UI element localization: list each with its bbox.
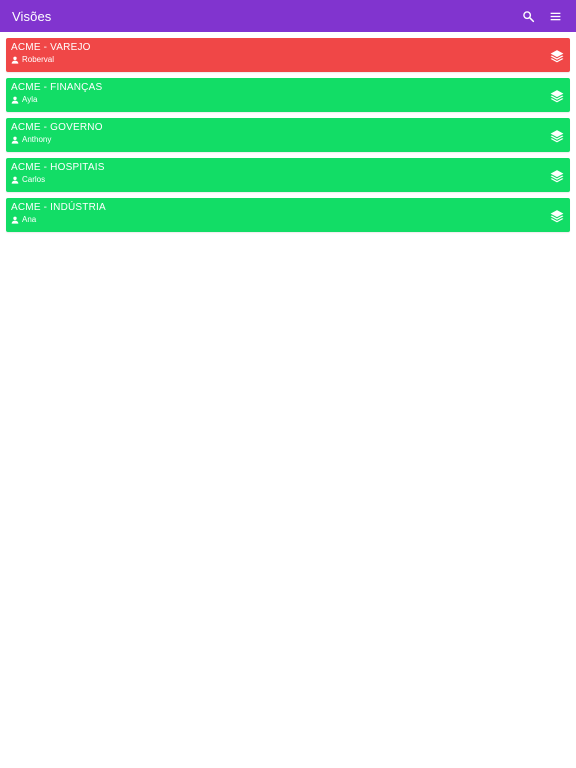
list-item-person: Carlos [22,175,46,184]
list-item-owner: Anthony [11,134,565,145]
search-button[interactable] [519,7,537,25]
list-item-financas[interactable]: ACME - FINANÇAS Ayla [6,78,570,112]
list-item-person: Ayla [22,95,38,104]
layers-icon[interactable] [550,49,564,63]
app-screen: Visões ACME - VAREJO Roberval ACME - FIN… [0,0,576,768]
list-item-owner: Ana [11,214,565,225]
list-item-owner: Carlos [11,174,565,185]
app-bar-actions [519,7,564,25]
layers-icon[interactable] [550,169,564,183]
list-item-owner: Roberval [11,54,565,65]
layers-icon[interactable] [550,129,564,143]
menu-button[interactable] [546,7,564,25]
list-item-title: ACME - INDÚSTRIA [11,202,106,213]
layers-icon[interactable] [550,209,564,223]
list-item-title: ACME - VAREJO [11,42,91,53]
page-title: Visões [12,8,52,24]
list-item-owner: Ayla [11,94,565,105]
list-item-hospitais[interactable]: ACME - HOSPITAIS Carlos [6,158,570,192]
list-item-title: ACME - HOSPITAIS [11,162,105,173]
person-icon [11,176,19,184]
list-item-governo[interactable]: ACME - GOVERNO Anthony [6,118,570,152]
menu-icon [550,12,560,20]
app-bar: Visões [0,0,576,32]
search-icon [522,10,534,22]
person-icon [11,56,19,64]
list-item-person: Ana [22,215,37,224]
list-item-varejo[interactable]: ACME - VAREJO Roberval [6,38,570,72]
list-item-title: ACME - FINANÇAS [11,82,103,93]
list-item-industria[interactable]: ACME - INDÚSTRIA Ana [6,198,570,232]
list-item-title: ACME - GOVERNO [11,122,103,133]
visions-list: ACME - VAREJO Roberval ACME - FINANÇAS A… [6,38,570,238]
person-icon [11,136,19,144]
person-icon [11,96,19,104]
list-item-person: Anthony [22,135,52,144]
layers-icon[interactable] [550,89,564,103]
list-item-person: Roberval [22,55,55,64]
person-icon [11,216,19,224]
